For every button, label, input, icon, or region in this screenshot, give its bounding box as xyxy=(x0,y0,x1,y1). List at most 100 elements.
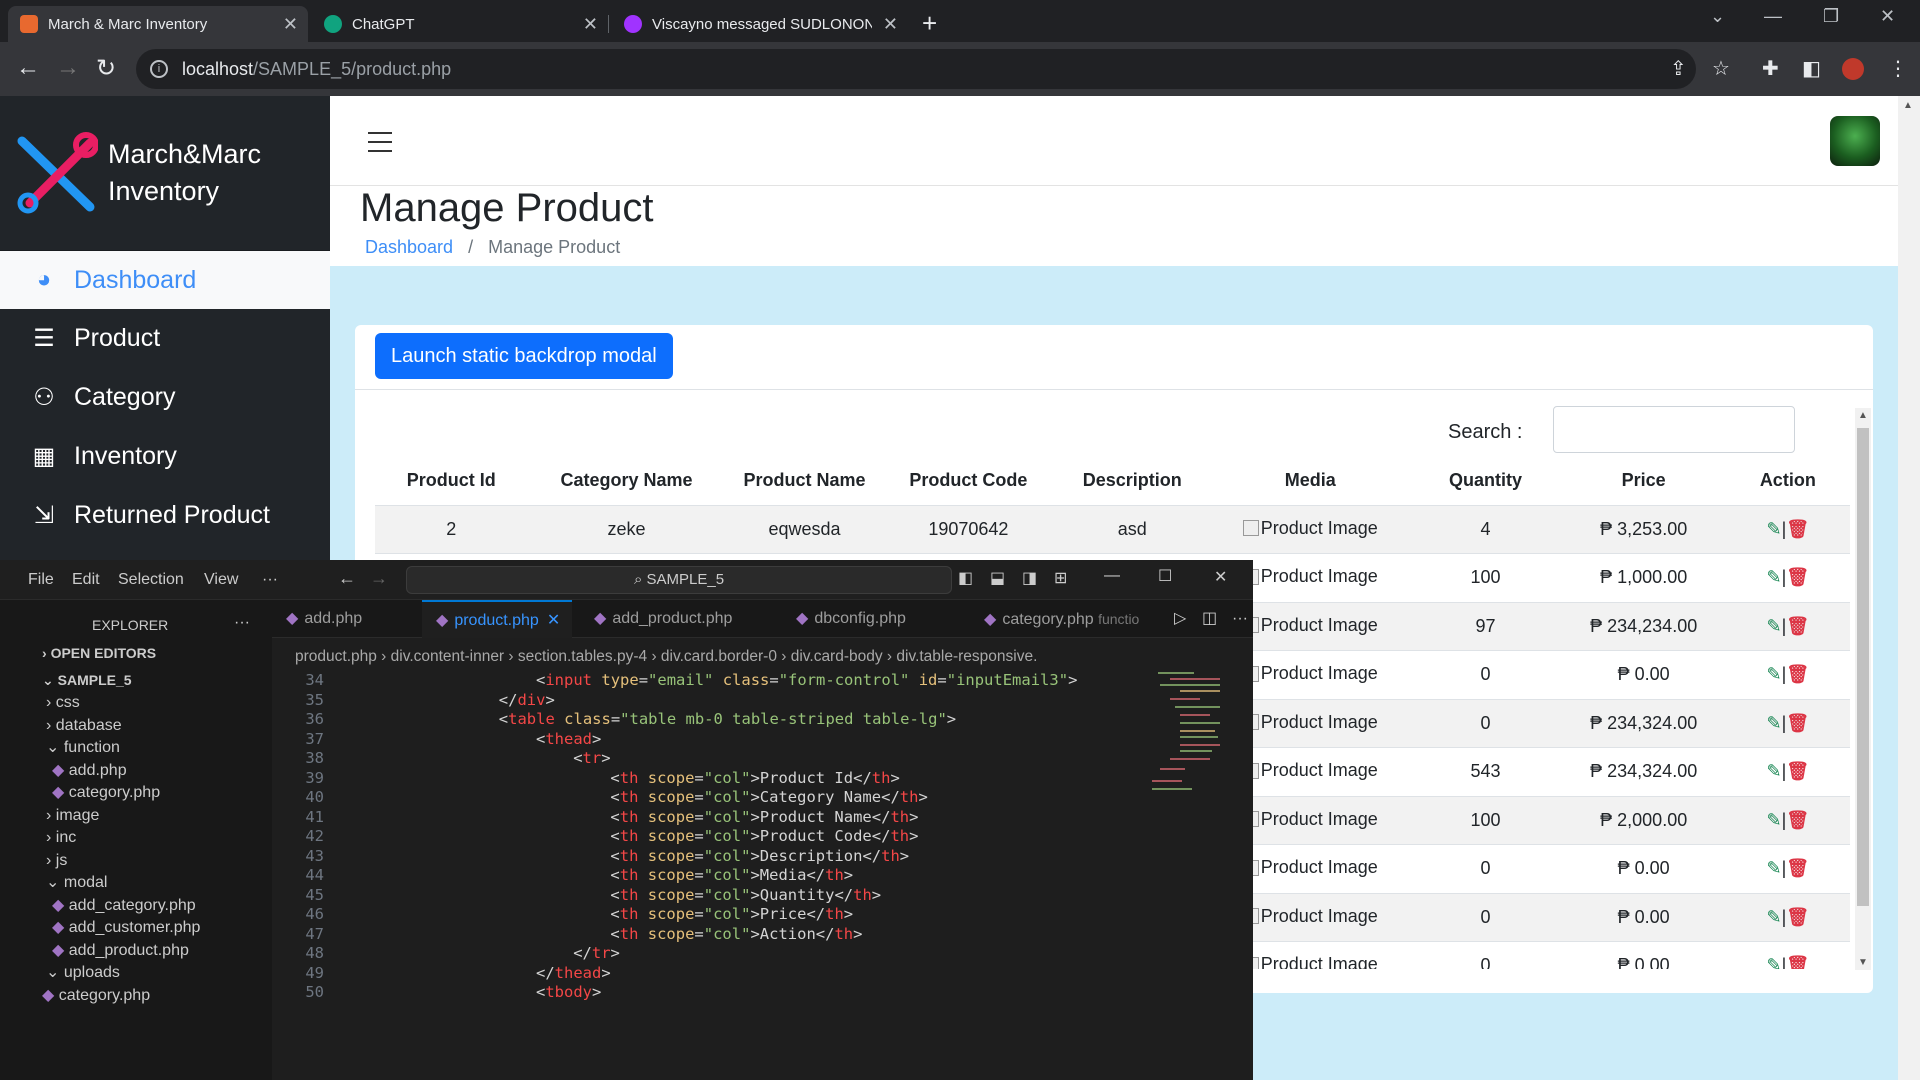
page-scrollbar[interactable]: ▲ xyxy=(1898,96,1920,1080)
breadcrumb-segment[interactable]: div.card-body xyxy=(791,648,883,665)
explorer-file[interactable]: ◆ category.php xyxy=(42,985,150,1007)
share-icon[interactable]: ⇪ xyxy=(1670,56,1687,81)
explorer-file[interactable]: ◆ add.php xyxy=(52,760,127,782)
edit-icon[interactable]: ✎ xyxy=(1766,519,1781,539)
explorer-file[interactable]: ◆ add_product.php xyxy=(52,940,189,962)
toggle-sidebar-icon[interactable]: ◧ xyxy=(958,568,973,588)
close-icon[interactable]: ✕ xyxy=(883,14,898,35)
nav-forward-icon[interactable]: → xyxy=(370,568,388,589)
nav-back-icon[interactable]: ← xyxy=(338,568,356,589)
explorer-folder[interactable]: › js xyxy=(46,850,67,872)
delete-trash-icon[interactable]: 🗑 xyxy=(1786,907,1809,927)
more-actions-icon[interactable]: ··· xyxy=(1218,600,1252,638)
tab-product-php[interactable]: ◆ product.php ✕ xyxy=(422,600,572,638)
breadcrumb-home-link[interactable]: Dashboard xyxy=(365,237,453,257)
column-header[interactable]: Product Code xyxy=(883,457,1054,506)
scroll-down-icon[interactable]: ▼ xyxy=(1857,957,1869,968)
delete-trash-icon[interactable]: 🗑 xyxy=(1786,858,1809,878)
user-avatar[interactable] xyxy=(1830,116,1880,166)
tab-category-php[interactable]: ◆ category.php functio xyxy=(970,600,1160,638)
explorer-folder[interactable]: › css xyxy=(46,692,80,714)
edit-icon[interactable]: ✎ xyxy=(1766,616,1781,636)
close-icon[interactable]: ✕ xyxy=(283,14,298,35)
explorer-folder[interactable]: › inc xyxy=(46,827,76,849)
reload-icon[interactable]: ↻ xyxy=(96,54,116,83)
menu-selection[interactable]: Selection xyxy=(118,571,184,589)
close-icon[interactable]: ✕ xyxy=(547,612,560,629)
delete-trash-icon[interactable]: 🗑 xyxy=(1786,955,1809,969)
explorer-file[interactable]: ◆ add_customer.php xyxy=(52,917,200,939)
explorer-file[interactable]: ◆ category.php xyxy=(52,782,160,804)
delete-trash-icon[interactable]: 🗑 xyxy=(1786,664,1809,684)
breadcrumb-segment[interactable]: div.content-inner xyxy=(391,648,504,665)
column-header[interactable]: Price xyxy=(1561,457,1726,506)
window-close-icon[interactable]: ✕ xyxy=(1880,6,1895,27)
breadcrumb-segment[interactable]: div.table-responsive. xyxy=(896,648,1037,665)
launch-modal-button[interactable]: Launch static backdrop modal xyxy=(375,333,673,379)
sidebar-item-category[interactable]: ⚇ Category xyxy=(0,368,330,426)
search-input[interactable] xyxy=(1553,406,1795,453)
sidebar-item-product[interactable]: ☰ Product xyxy=(0,309,330,367)
menu-view[interactable]: View xyxy=(204,571,238,589)
code-editor[interactable]: 34 35 36 37 38 39 40 41 42 43 44 45 46 47 48 49 50 <input… xyxy=(272,671,1253,1080)
delete-trash-icon[interactable]: 🗑 xyxy=(1786,810,1809,830)
explorer-folder[interactable]: ⌄ function xyxy=(46,737,120,759)
breadcrumb-segment[interactable]: div.card.border-0 xyxy=(661,648,777,665)
breadcrumb-segment[interactable]: section.tables.py-4 xyxy=(518,648,647,665)
scrollbar-thumb[interactable] xyxy=(1857,428,1869,906)
browser-tab-messenger[interactable]: Viscayno messaged SUDLONON ✕ xyxy=(612,6,908,42)
browser-tab-inventory[interactable]: March & Marc Inventory ✕ xyxy=(8,6,308,42)
bookmark-star-icon[interactable]: ☆ xyxy=(1712,56,1730,81)
scroll-up-icon[interactable]: ▲ xyxy=(1857,410,1869,421)
edit-icon[interactable]: ✎ xyxy=(1766,907,1781,927)
close-icon[interactable]: ✕ xyxy=(1214,567,1227,587)
menu-edit[interactable]: Edit xyxy=(72,571,100,589)
command-center[interactable]: ⌕ SAMPLE_5 xyxy=(406,566,952,594)
restore-icon[interactable]: ❐ xyxy=(1823,6,1839,27)
scroll-up-icon[interactable]: ▲ xyxy=(1903,100,1913,111)
edit-icon[interactable]: ✎ xyxy=(1766,955,1781,969)
site-info-icon[interactable]: i xyxy=(150,60,168,78)
table-scrollbar[interactable]: ▲ ▼ xyxy=(1855,408,1871,970)
extensions-icon[interactable]: ✚ xyxy=(1762,56,1779,81)
toggle-secondary-sidebar-icon[interactable]: ◨ xyxy=(1022,568,1037,588)
menu-more[interactable]: ··· xyxy=(262,571,278,589)
delete-trash-icon[interactable]: 🗑 xyxy=(1786,567,1809,587)
edit-icon[interactable]: ✎ xyxy=(1766,858,1781,878)
open-editors-section[interactable]: › OPEN EDITORS xyxy=(42,642,156,664)
edit-icon[interactable]: ✎ xyxy=(1766,761,1781,781)
minimap[interactable] xyxy=(1150,670,1235,815)
back-icon[interactable]: ← xyxy=(16,54,40,82)
explorer-folder[interactable]: ⌄ modal xyxy=(46,872,107,894)
column-header[interactable]: Media xyxy=(1211,457,1410,506)
maximize-icon[interactable]: ☐ xyxy=(1158,566,1172,586)
column-header[interactable]: Product Name xyxy=(725,457,884,506)
delete-trash-icon[interactable]: 🗑 xyxy=(1786,761,1809,781)
delete-trash-icon[interactable]: 🗑 xyxy=(1786,519,1809,539)
explorer-more-icon[interactable]: ··· xyxy=(234,612,250,634)
tab-search-icon[interactable]: ⌄ xyxy=(1710,6,1725,27)
tab-add-php[interactable]: ◆ add.php xyxy=(272,600,422,638)
hamburger-menu-icon[interactable] xyxy=(368,132,392,159)
explorer-folder[interactable]: › image xyxy=(46,805,99,827)
menu-file[interactable]: File xyxy=(28,571,54,589)
tab-dbconfig-php[interactable]: ◆ dbconfig.php xyxy=(782,600,942,638)
tab-add-product-php[interactable]: ◆ add_product.php xyxy=(580,600,750,638)
column-header[interactable]: Quantity xyxy=(1409,457,1562,506)
edit-icon[interactable]: ✎ xyxy=(1766,810,1781,830)
explorer-folder[interactable]: ⌄ uploads xyxy=(46,962,120,984)
chrome-menu-icon[interactable]: ⋮ xyxy=(1888,56,1908,81)
forward-icon[interactable]: → xyxy=(56,54,80,82)
column-header[interactable]: Action xyxy=(1725,457,1850,506)
minimize-icon[interactable]: — xyxy=(1104,567,1120,585)
edit-icon[interactable]: ✎ xyxy=(1766,567,1781,587)
delete-trash-icon[interactable]: 🗑 xyxy=(1786,616,1809,636)
column-header[interactable]: Product Id xyxy=(375,457,528,506)
close-icon[interactable]: ✕ xyxy=(583,14,598,35)
breadcrumb-segment[interactable]: product.php xyxy=(295,648,377,665)
edit-icon[interactable]: ✎ xyxy=(1766,713,1781,733)
run-icon[interactable]: ▷ xyxy=(1160,600,1190,638)
toggle-panel-icon[interactable]: ⬓ xyxy=(990,568,1005,588)
address-bar[interactable]: i localhost/SAMPLE_5/product.php xyxy=(136,49,1696,89)
sidebar-item-inventory[interactable]: ▦ Inventory xyxy=(0,427,330,485)
